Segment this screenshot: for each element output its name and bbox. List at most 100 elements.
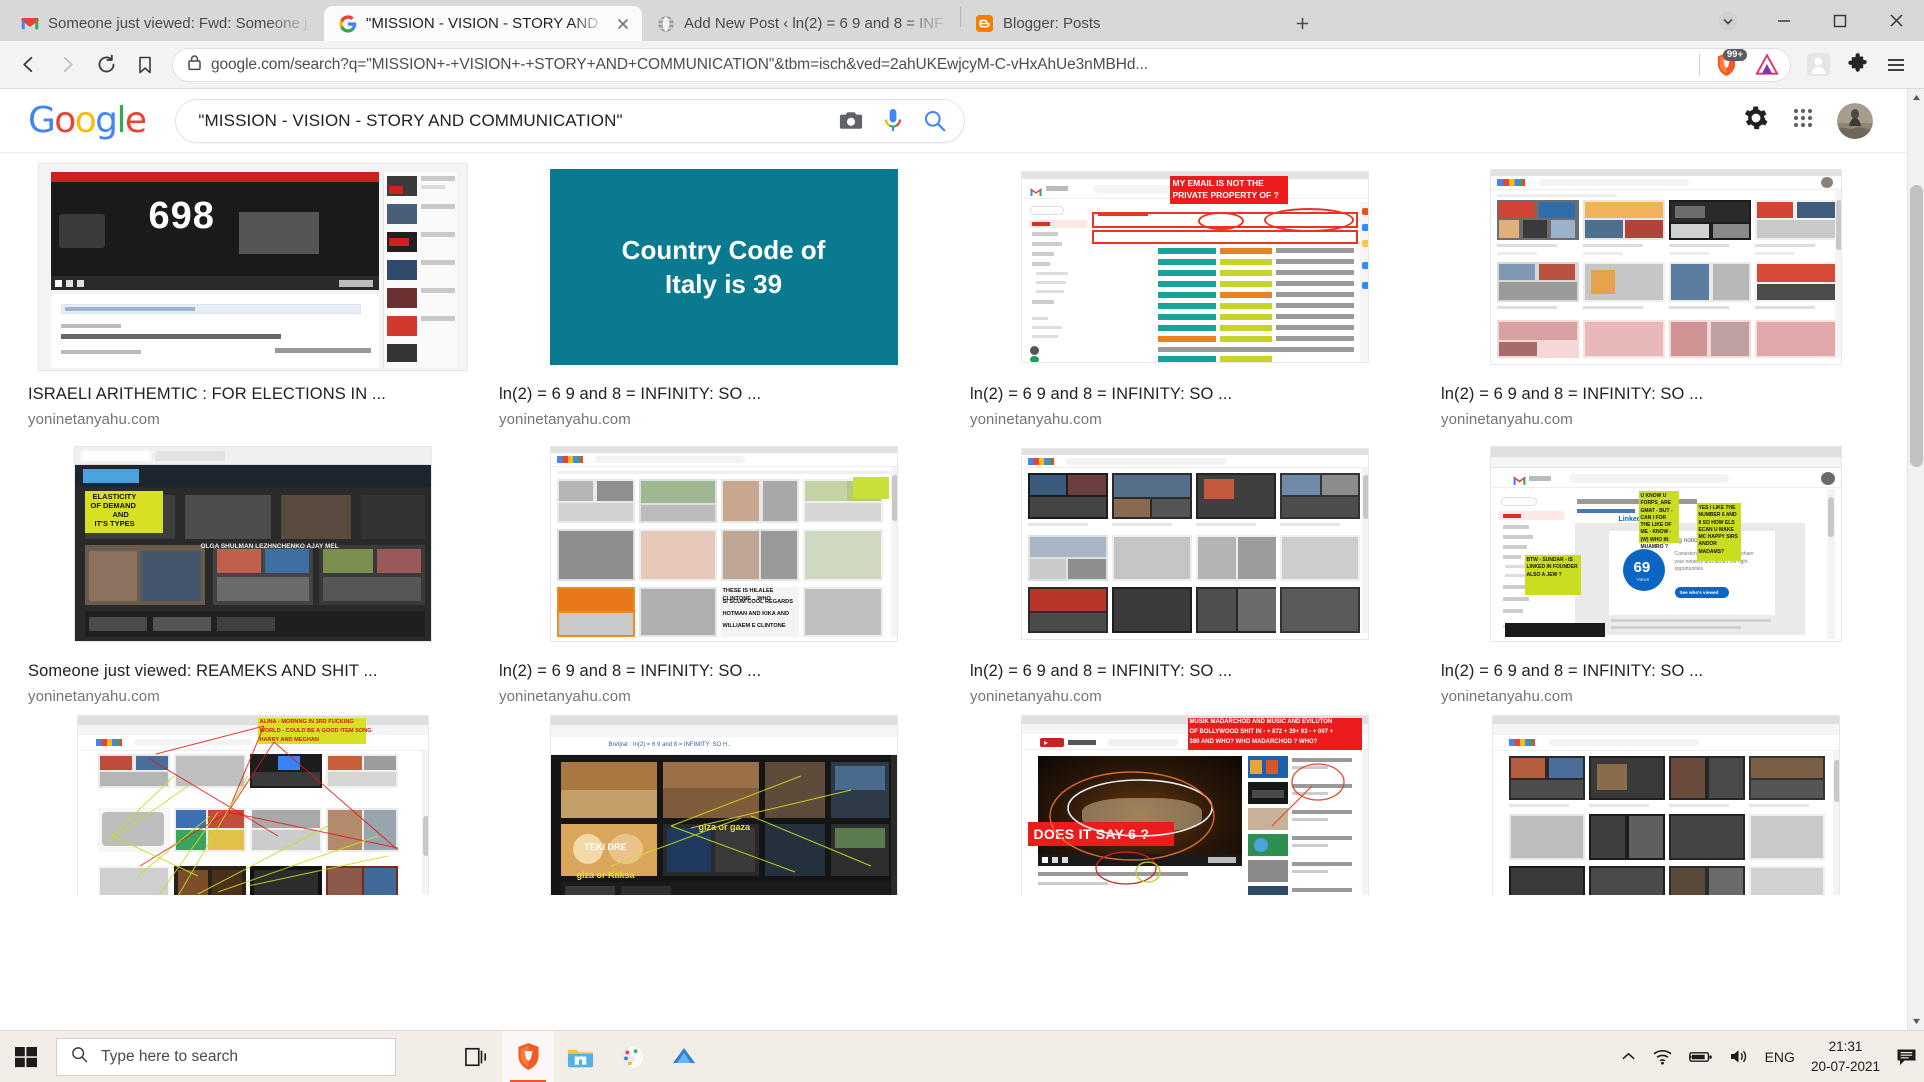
result-title[interactable]: ln(2) = 6 9 and 8 = INFINITY: SO ... [499,385,948,404]
result-title[interactable]: ISRAELI ARITHEMTIC : FOR ELECTIONS IN ..… [28,385,477,404]
omnibox-divider [1699,53,1700,76]
image-result-card[interactable]: 698 ISRAELI ARITHEMTIC: FOR ELECTIONS I… [28,161,477,428]
result-title[interactable]: ln(2) = 6 9 and 8 = INFINITY: SO ... [1441,385,1890,404]
brave-shields-icon[interactable]: 99+ [1709,48,1747,80]
close-window-button[interactable] [1868,0,1924,41]
thumbnail-food-dark[interactable]: Bretjrar : ln(2) = 6 9 and 8 = INFIMITY:… [549,715,898,895]
thumbnail-wrapper[interactable]: MY EMAIL IS NOT THE PRIVATE PROPERTY OF … [970,161,1419,373]
thumbnail-wrapper[interactable]: Country Code of Italy is 39 [499,161,948,373]
scroll-down-arrow[interactable] [1908,1013,1924,1030]
volume-icon[interactable] [1729,1048,1749,1065]
card-number: 69 [1633,559,1651,576]
taskbar-apps [450,1030,710,1082]
thumbnail-wrapper[interactable]: THESE IS HILALEE CLINTONE .. WHO SI SCUM… [499,438,948,650]
tab-search-button[interactable] [1700,0,1756,41]
image-result-card[interactable]: ELASTICITY OF DEMAND AND IT'S TYPES OLGA… [28,438,477,705]
image-result-card[interactable]: THESE IS HILALEE CLINTONE .. WHO SI SCUM… [499,438,948,705]
scrollbar-thumb[interactable] [1910,185,1923,467]
bookmark-button[interactable] [127,47,163,83]
profile-icon[interactable] [1800,47,1836,83]
thumbnail-map-lines[interactable]: ALINA - MORNNG IN 3RD FUCKING WORLD - CO… [76,715,429,895]
thumbnail-teal-slide[interactable]: Country Code of Italy is 39 [549,169,898,365]
taskbar-search-input[interactable]: Type here to search [56,1037,396,1076]
brave-browser-icon[interactable] [502,1030,554,1082]
image-result-card[interactable]: Linked You're getting noticed 69 Views C… [1441,438,1890,705]
thumbnail-wrapper[interactable] [1441,161,1890,373]
microphone-icon[interactable] [872,101,914,141]
result-title[interactable]: ln(2) = 6 9 and 8 = INFINITY: SO ... [1441,662,1890,681]
overlay-caption-note: OLGA SHULMAN LEZHNCHENKO AJAY MEL [200,543,339,550]
result-site: yoninetanyahu.com [28,411,160,428]
address-bar[interactable]: google.com/search?q="MISSION+-+VISION+-+… [172,47,1791,82]
result-title[interactable]: Someone just viewed: REAMEKS AND SHIT ..… [28,662,477,681]
image-result-card[interactable]: Bretjrar : ln(2) = 6 9 and 8 = INFIMITY:… [499,715,948,895]
thumbnail-wrapper[interactable]: ELASTICITY OF DEMAND AND IT'S TYPES OLGA… [28,438,477,650]
thumbnail-gmail-redbox[interactable]: MY EMAIL IS NOT THE PRIVATE PROPERTY OF … [1020,171,1369,363]
image-result-card[interactable]: ln(2) = 6 9 and 8 = INFINITY: SO ... yon… [1441,161,1890,428]
image-result-card[interactable]: MY EMAIL IS NOT THE PRIVATE PROPERTY OF … [970,161,1419,428]
forward-button[interactable] [49,47,85,83]
action-center-icon[interactable] [1896,1047,1918,1067]
browser-tab-2[interactable]: Add New Post ‹ ln(2) = 6 9 and 8 = INF [642,6,960,41]
thumbnail-wrapper[interactable]: ALINA - MORNNG IN 3RD FUCKING WORLD - CO… [28,715,477,895]
camera-icon[interactable] [830,101,872,141]
wifi-icon[interactable] [1652,1048,1673,1065]
image-result-card[interactable]: ln(2) = 6 9 and 8 = INFINITY: SO ... yon… [970,438,1419,705]
search-icon[interactable] [914,101,956,141]
result-site: yoninetanyahu.com [499,688,631,705]
image-result-card[interactable] [1441,715,1890,895]
task-view-icon[interactable] [450,1031,502,1082]
account-avatar[interactable] [1837,102,1873,139]
thumbnail-dark-collage[interactable]: ELASTICITY OF DEMAND AND IT'S TYPES OLGA… [73,446,432,642]
maximize-button[interactable] [1812,0,1868,41]
blue-app-icon[interactable] [658,1031,710,1082]
thumbnail-youtube-dark[interactable]: 698 [37,163,468,371]
file-explorer-icon[interactable] [554,1031,606,1082]
google-apps-icon[interactable] [1791,106,1815,135]
card-button[interactable]: See who's viewed [1680,590,1719,595]
result-title[interactable]: ln(2) = 6 9 and 8 = INFINITY: SO ... [499,662,948,681]
gmail-icon [20,14,39,33]
menu-icon[interactable] [1878,47,1914,83]
extensions-icon[interactable] [1839,47,1875,83]
image-result-card[interactable]: DOES IT SAY 6 ? MUSIK MADARCHOD AND MUSI… [970,715,1419,895]
search-input[interactable]: "MISSION - VISION - STORY AND COMMUNICAT… [198,111,830,131]
settings-gear-icon[interactable] [1743,105,1769,136]
image-result-card[interactable]: ALINA - MORNNG IN 3RD FUCKING WORLD - CO… [28,715,477,895]
thumbnail-wrapper[interactable] [970,438,1419,650]
thumbnail-wrapper[interactable] [1441,715,1890,895]
windows-start-icon[interactable] [0,1031,52,1082]
thumbnail-wrapper[interactable]: Linked You're getting noticed 69 Views C… [1441,438,1890,650]
browser-tab-0[interactable]: Someone just viewed: Fwd: Someone j [6,6,324,41]
battery-charging-icon[interactable] [1688,1050,1713,1064]
reload-button[interactable] [88,47,124,83]
result-title[interactable]: ln(2) = 6 9 and 8 = INFINITY: SO ... [970,662,1419,681]
page-scrollbar[interactable] [1907,89,1924,1030]
thumbnail-dark-search-grid[interactable] [1020,448,1369,640]
thumbnail-google-dark-grid[interactable] [1491,715,1840,895]
paint-icon[interactable] [606,1031,658,1082]
back-button[interactable] [10,47,46,83]
thumbnail-google-grid[interactable] [1489,169,1842,365]
minimize-button[interactable] [1756,0,1812,41]
thumbnail-wrapper[interactable]: DOES IT SAY 6 ? MUSIK MADARCHOD AND MUSI… [970,715,1419,895]
brave-rewards-icon[interactable] [1752,50,1782,80]
thumbnail-youtube-red[interactable]: DOES IT SAY 6 ? MUSIK MADARCHOD AND MUSI… [1020,715,1369,895]
thumbnail-wrapper[interactable]: 698 [28,161,477,373]
browser-tab-1[interactable]: "MISSION - VISION - STORY AND [324,6,642,41]
clock[interactable]: 21:31 20-07-2021 [1811,1037,1880,1076]
thumbnail-images-grid-yellow[interactable]: THESE IS HILALEE CLINTONE .. WHO SI SCUM… [549,446,898,642]
google-logo[interactable]: Google [28,100,147,141]
language-indicator[interactable]: ENG [1765,1049,1795,1065]
browser-tab-3[interactable]: Blogger: Posts [961,6,1279,41]
new-tab-button[interactable] [1285,8,1319,38]
search-box[interactable]: "MISSION - VISION - STORY AND COMMUNICAT… [175,98,966,143]
close-icon[interactable] [614,15,632,33]
thumbnail-wrapper[interactable]: Bretjrar : ln(2) = 6 9 and 8 = INFIMITY:… [499,715,948,895]
image-result-card[interactable]: Country Code of Italy is 39 ln(2) = 6 9 … [499,161,948,428]
result-title[interactable]: ln(2) = 6 9 and 8 = INFINITY: SO ... [970,385,1419,404]
scroll-up-arrow[interactable] [1908,89,1924,106]
show-hidden-icons[interactable] [1621,1051,1636,1062]
thumbnail-linkedin-notes[interactable]: Linked You're getting noticed 69 Views C… [1489,446,1842,642]
result-site: yoninetanyahu.com [28,688,160,705]
